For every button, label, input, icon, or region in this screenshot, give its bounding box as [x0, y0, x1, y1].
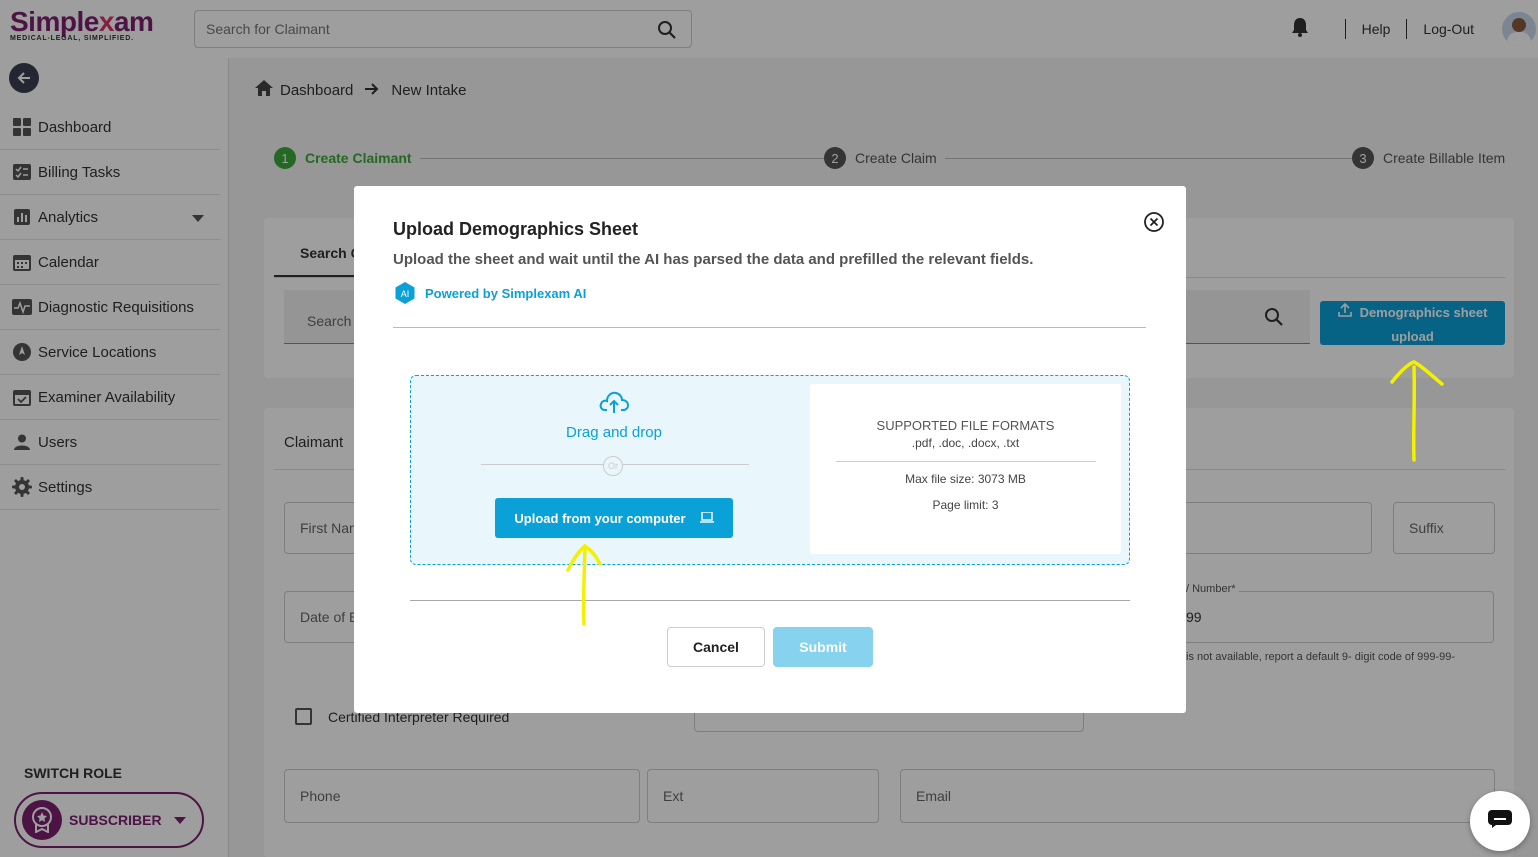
upload-demographics-modal: Upload Demographics Sheet Upload the she…	[354, 186, 1186, 713]
divider	[393, 327, 1146, 328]
ai-icon: AI	[395, 282, 415, 304]
chat-icon	[1488, 809, 1512, 833]
drag-and-drop-label: Drag and drop	[566, 424, 662, 441]
divider	[410, 600, 1130, 601]
formats-list: .pdf, .doc, .docx, .txt	[911, 436, 1020, 450]
close-icon[interactable]	[1144, 212, 1164, 237]
powered-by-ai: AI Powered by Simplexam AI	[395, 282, 586, 304]
or-separator: Or	[603, 456, 623, 476]
file-requirements-panel: SUPPORTED FILE FORMATS .pdf, .doc, .docx…	[810, 384, 1121, 554]
powered-by-text: Powered by Simplexam AI	[425, 285, 587, 301]
cancel-button[interactable]: Cancel	[667, 627, 765, 667]
chat-button[interactable]	[1470, 791, 1530, 851]
svg-text:AI: AI	[401, 289, 410, 299]
modal-title: Upload Demographics Sheet	[393, 219, 639, 239]
laptop-icon	[699, 510, 714, 526]
submit-button[interactable]: Submit	[773, 627, 873, 667]
cloud-upload-icon	[599, 390, 630, 419]
page-limit: Page limit: 3	[932, 498, 999, 512]
drop-zone[interactable]: Drag and drop Or Upload from your comput…	[410, 375, 1130, 565]
max-file-size: Max file size: 3073 MB	[905, 472, 1026, 486]
upload-from-computer-button[interactable]: Upload from your computer	[495, 498, 733, 538]
modal-subtitle: Upload the sheet and wait until the AI h…	[393, 251, 1034, 268]
formats-title: SUPPORTED FILE FORMATS	[876, 418, 1055, 433]
